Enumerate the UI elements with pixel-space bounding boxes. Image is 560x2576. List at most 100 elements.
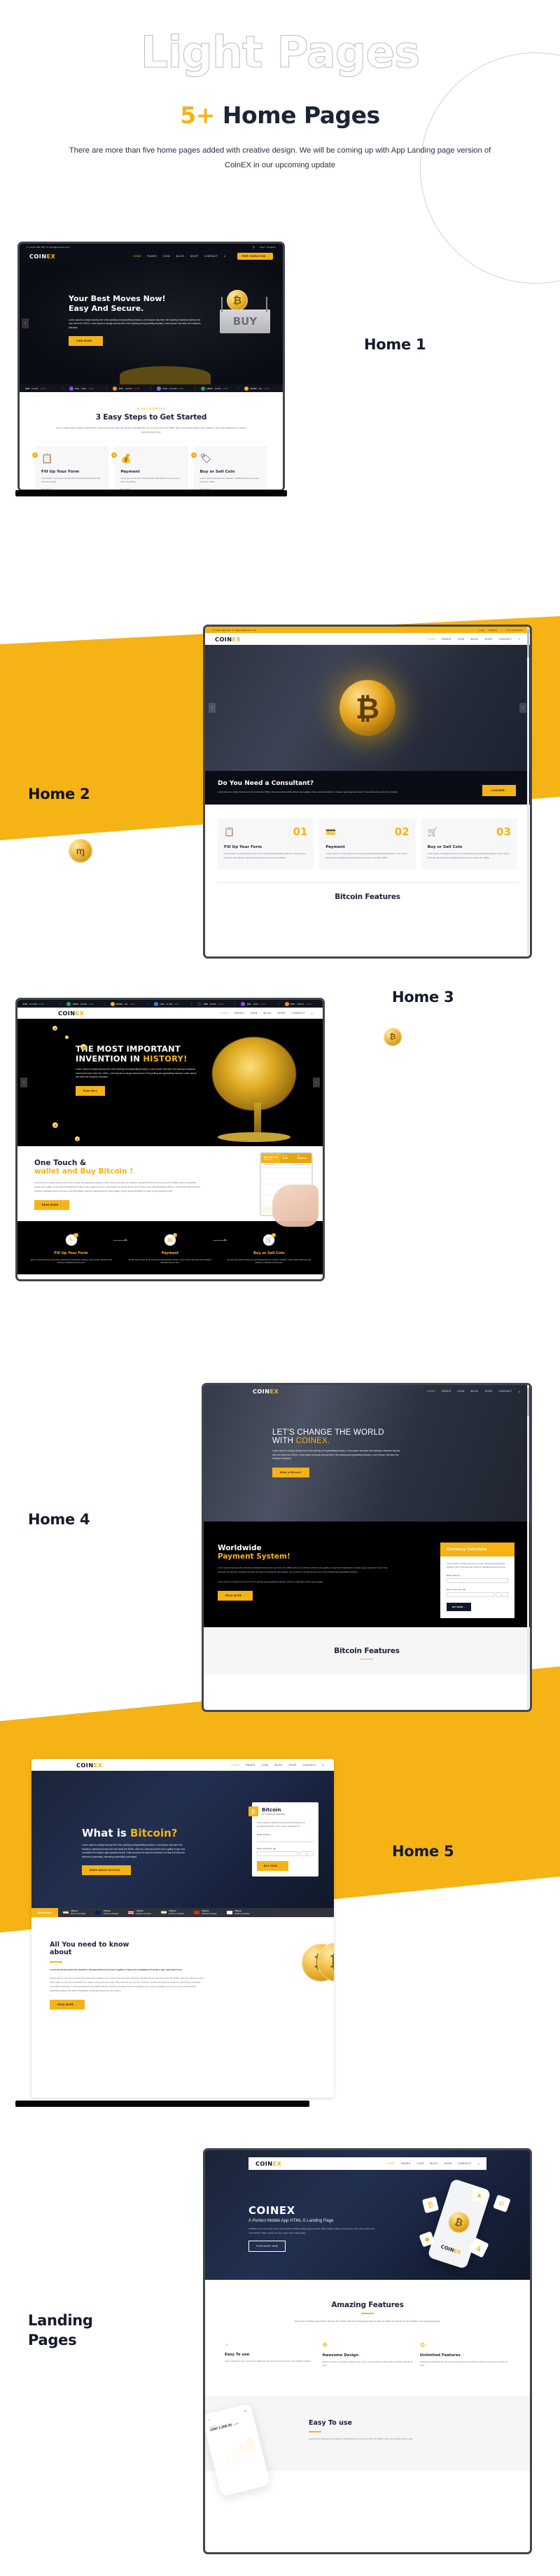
nav-item-contact[interactable]: CONTACT xyxy=(458,2162,472,2165)
ticker-item[interactable]: SOL 1800 -1.6% xyxy=(235,1001,279,1006)
brand-logo[interactable]: COINEX xyxy=(255,2160,281,2167)
nav-item-coin[interactable]: COIN xyxy=(457,1390,464,1393)
calc-amount-input[interactable] xyxy=(257,1837,314,1843)
calc-amount-get-input[interactable] xyxy=(257,1851,298,1857)
nav-item-shop[interactable]: SHOP xyxy=(484,1390,492,1393)
price-item[interactable]: 1 Bitcoin 16750.01 US Dollar xyxy=(189,1910,222,1915)
carousel-prev-button[interactable]: ‹ xyxy=(20,1078,27,1087)
nav-item-shop[interactable]: SHOP xyxy=(277,1012,285,1015)
mockup-landing-page[interactable]: COINEX HOME PAGES COIN BLOG SHOP CONTACT… xyxy=(203,2148,532,2554)
nav-item-contact[interactable]: CONTACT xyxy=(499,638,512,641)
home4-read-more-button[interactable]: READ MORE → xyxy=(218,1590,253,1601)
ticker-item[interactable]: XRP 18.800 -2.8% xyxy=(192,1001,236,1006)
nav-item-home[interactable]: HOME xyxy=(427,638,435,641)
topbar-register[interactable]: Register xyxy=(489,629,497,632)
search-icon[interactable]: ⌕ xyxy=(323,1763,325,1767)
nav-item-home[interactable]: HOME xyxy=(220,1012,228,1015)
ticker-item[interactable]: ETH 12.2648 0.8% xyxy=(18,1002,62,1005)
nav-item-shop[interactable]: SHOP xyxy=(484,638,492,641)
numbered-card[interactable]: 💳 02 Payment Lorem Ipsum is simply dummy… xyxy=(319,819,416,869)
step-card[interactable]: 1 📋 Fill Up Your Form Lorem Ipsum has be… xyxy=(32,446,109,489)
feature-item[interactable]: ⚙ Unlimited Features. Consectetur adipis… xyxy=(420,2341,510,2367)
step-item[interactable]: ✎ 1 Fill Up Your Form Ipsum is simply dum… xyxy=(29,1232,113,1265)
ticker-item[interactable]: CFX 14.389 3.0% xyxy=(148,1001,192,1006)
ticker-item[interactable]: ETH 12.2648 0.8% xyxy=(151,386,195,391)
search-icon[interactable]: ⌕ xyxy=(519,1390,521,1393)
brand-logo[interactable]: COINEX xyxy=(29,253,55,260)
home2-click-here-button[interactable]: CLICK HERE → xyxy=(482,785,516,796)
nav-item-coin[interactable]: COIN xyxy=(163,255,170,258)
ticker-item[interactable]: BUSD 118 -0.9% xyxy=(239,386,283,391)
topbar-free-consulting[interactable]: Free Consulting xyxy=(507,629,523,632)
nav-item-contact[interactable]: CONTACT xyxy=(292,1012,305,1015)
step-item[interactable]: 🛒 3 Buy or Sell Coin Dummy text of the pr… xyxy=(227,1232,312,1265)
nav-item-pages[interactable]: PAGES xyxy=(442,638,451,641)
calc-buy-now-button[interactable]: BUY NOW! → xyxy=(257,1861,288,1872)
landing-purchase-button[interactable]: PURCHASE NOW xyxy=(248,2241,286,2253)
nav-item-pages[interactable]: PAGES xyxy=(234,1012,244,1015)
home1-view-more-button[interactable]: VIEW MORE → xyxy=(69,336,104,347)
step-item[interactable]: ▤ 2 Payment Simply dummy text of the prin… xyxy=(127,1232,212,1265)
mockup-home-4[interactable]: COINEX HOME PAGES COIN BLOG SHOP CONTACT… xyxy=(202,1383,532,1712)
numbered-card[interactable]: 📋 01 Fill Up Your Form Lorem Ipsum is si… xyxy=(218,819,314,869)
currency-calculator-card[interactable]: Currency Calculate Lorem Ipsum is simply… xyxy=(440,1543,514,1619)
search-icon[interactable]: ⌕ xyxy=(519,637,521,641)
nav-item-pages[interactable]: PAGES xyxy=(401,2162,410,2165)
scrollbar[interactable] xyxy=(527,1385,529,1710)
search-icon[interactable]: ⌕ xyxy=(478,2162,480,2166)
home5-more-about-button[interactable]: MORE ABOUT BITCOIN → xyxy=(82,1865,132,1876)
ticker-item[interactable]: USDT 18.900 1.6% xyxy=(61,1001,105,1006)
calc-currency-select[interactable]: ▾ xyxy=(300,1851,314,1857)
brand-logo[interactable]: COINEX xyxy=(215,636,241,643)
step-card[interactable]: 2 💰 Payment Lorem Ipsum has been the ind… xyxy=(111,446,188,489)
nav-item-shop[interactable]: SHOP xyxy=(288,1764,296,1767)
carousel-prev-button[interactable]: ‹ xyxy=(209,703,216,713)
price-item[interactable]: 1 Bitcoin 16750.01 US Dollar xyxy=(58,1910,91,1915)
brand-logo[interactable]: COINEX xyxy=(58,1010,84,1017)
price-item[interactable]: 1 Bitcoin 16750.01 US Dollar xyxy=(222,1910,255,1915)
nav-item-coin[interactable]: COIN xyxy=(261,1764,268,1767)
nav-item-blog[interactable]: BLOG xyxy=(274,1764,282,1767)
nav-item-pages[interactable]: PAGES xyxy=(148,255,157,258)
topbar-login-register[interactable]: Login / Register xyxy=(260,246,276,249)
nav-item-home[interactable]: HOME xyxy=(427,1390,435,1393)
calc-currency-select[interactable]: ▾ xyxy=(496,1592,508,1598)
mockup-home-2[interactable]: ✆ +0123 456 789 | ✉ support@coinex.com L… xyxy=(203,625,532,959)
feature-item[interactable]: ◔ Easy To use. Ipsum madolor sit amet, c… xyxy=(225,2341,315,2367)
home3-read-more-button[interactable]: Read More xyxy=(76,1085,106,1096)
search-icon[interactable]: ⌕ xyxy=(312,1012,314,1015)
nav-item-coin[interactable]: COIN xyxy=(416,2162,424,2165)
nav-item-coin[interactable]: COIN xyxy=(457,638,464,641)
nav-item-contact[interactable]: CONTACT xyxy=(303,1764,316,1767)
topbar-login[interactable]: Login xyxy=(479,629,484,632)
nav-item-home[interactable]: HOME xyxy=(133,255,141,258)
price-item[interactable]: 1 Bitcoin 16750.01 US Dollar xyxy=(123,1910,156,1915)
ticker-item[interactable]: BUSD 118 -0.9% xyxy=(105,1001,148,1006)
mockup-home-3[interactable]: ETH 12.2648 0.8% USDT 18.900 1.6% BUSD 118 -0.… xyxy=(15,998,325,1281)
mockup-home-1[interactable]: ✆ +0123 456 789 | ✉ linus@example.com 👤 L… xyxy=(18,242,285,492)
brand-logo[interactable]: COINEX xyxy=(253,1388,279,1395)
numbered-card[interactable]: 🛒 03 Buy or Sell Coin Lorem Ipsum is sim… xyxy=(421,819,517,869)
price-item[interactable]: 1 Bitcoin 16750.01 US Dollar xyxy=(90,1910,123,1915)
ticker-item[interactable]: USDT 18.900 1.6% xyxy=(195,386,239,391)
nav-item-home[interactable]: HOME xyxy=(231,1764,239,1767)
free-consulting-button[interactable]: FREE CONSULTING → xyxy=(237,252,273,260)
nav-item-shop[interactable]: SHOP xyxy=(190,255,198,258)
scrollbar[interactable] xyxy=(527,627,529,956)
ticker-item[interactable]: XRP 18.800 -2.8% xyxy=(20,387,64,390)
ticker-item[interactable]: BTC 142873 -2.9% xyxy=(279,1001,323,1006)
search-icon[interactable]: ⌕ xyxy=(224,254,226,258)
nav-item-pages[interactable]: PAGES xyxy=(246,1764,255,1767)
price-item[interactable]: 1 Bitcoin 16750.01 US Dollar xyxy=(156,1910,189,1915)
calc-amount-get-input[interactable] xyxy=(447,1592,494,1598)
nav-item-blog[interactable]: BLOG xyxy=(470,1390,478,1393)
nav-item-contact[interactable]: CONTACT xyxy=(499,1390,512,1393)
nav-item-contact[interactable]: CONTACT xyxy=(204,255,218,258)
carousel-next-button[interactable]: › xyxy=(313,1078,320,1087)
bitcoin-calculator-card[interactable]: ₿ Bitcoin to Currency Calculator Lorem I… xyxy=(248,1802,318,1877)
step-card[interactable]: 3 🏷 Buy or Sell Coin Lorem Ipsum has bee… xyxy=(190,446,267,489)
carousel-next-button[interactable]: › xyxy=(519,703,526,713)
mockup-home-5[interactable]: COINEX HOME PAGES COIN BLOG SHOP CONTACT… xyxy=(31,1759,334,2098)
nav-item-shop[interactable]: SHOP xyxy=(444,2162,451,2165)
home4-what-is-bitcoin-button[interactable]: What is Bitcoin? xyxy=(272,1467,310,1477)
